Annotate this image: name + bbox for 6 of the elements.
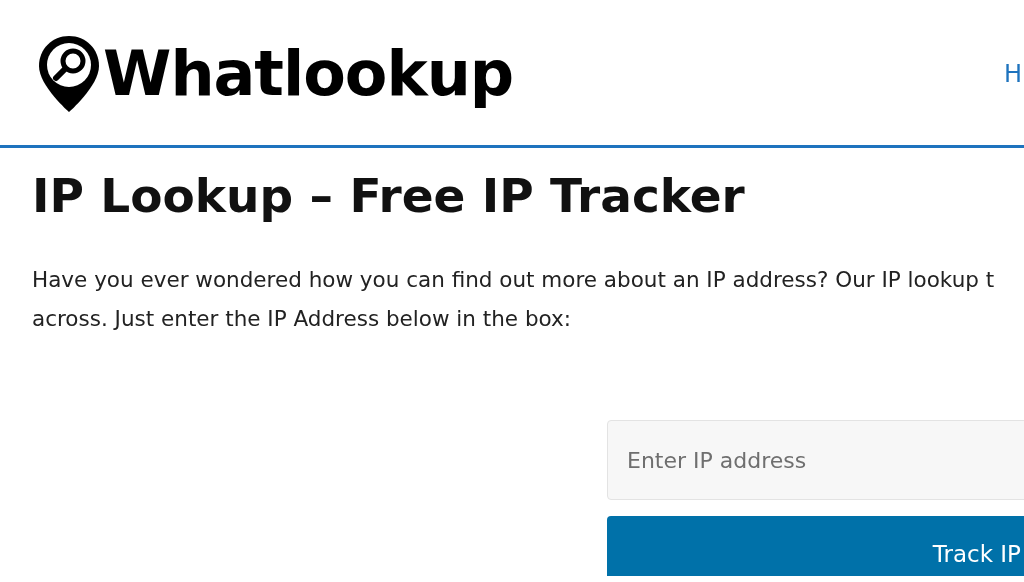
ip-address-field[interactable]: Enter IP address xyxy=(607,420,1024,501)
track-ip-button[interactable]: Track IP xyxy=(607,516,1024,577)
page-title: IP Lookup – Free IP Tracker xyxy=(32,168,746,225)
intro-paragraph: Have you ever wondered how you can find out more about an IP address? Our IP lookup t across. Just enter the IP Address below in the box: xyxy=(32,266,996,334)
location-pin-search-icon xyxy=(37,34,101,114)
nav-link[interactable]: H xyxy=(1004,60,1023,88)
